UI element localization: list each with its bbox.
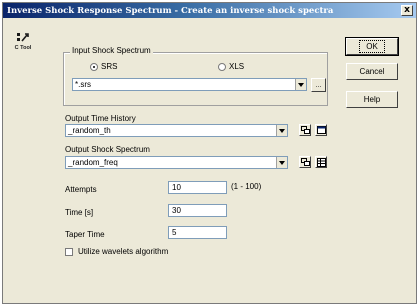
chevron-down-icon[interactable] [276,125,287,136]
chevron-down-icon[interactable] [295,79,306,90]
help-button-label: Help [363,95,381,104]
cancel-button[interactable]: Cancel [346,63,398,80]
window-title: Inverse Shock Response Spectrum - Create… [7,5,334,16]
output-time-settings-button[interactable] [299,124,311,136]
output-shock-table-button[interactable] [315,156,327,168]
radio-srs-dot[interactable] [90,62,98,71]
output-time-value: _random_th [68,126,111,135]
gear-icon [300,158,310,166]
attempts-range: (1 - 100) [231,182,262,191]
input-shock-group-label: Input Shock Spectrum [70,46,153,55]
browse-button[interactable]: ... [311,78,326,92]
attempts-label: Attempts [65,185,97,194]
output-time-view-button[interactable] [315,124,327,136]
cancel-button-label: Cancel [359,67,385,76]
output-time-combo[interactable]: _random_th [65,124,288,137]
time-label: Time [s] [65,208,94,217]
input-file-combo[interactable]: *.srs [72,78,307,91]
radio-xls-label: XLS [229,62,245,71]
title-bar[interactable]: Inverse Shock Response Spectrum - Create… [3,3,416,18]
output-shock-label: Output Shock Spectrum [65,145,150,154]
window-icon [316,126,326,134]
wrench-icon [17,33,29,42]
radio-xls[interactable]: XLS [218,62,244,71]
tool-icon-label: C Tool [14,45,32,51]
close-button[interactable]: x [401,5,413,16]
taper-time-input[interactable]: 5 [168,226,227,239]
output-shock-value: _random_freq [68,158,118,167]
time-input[interactable]: 30 [168,204,227,217]
tool-icon: C Tool [13,32,33,51]
output-shock-settings-button[interactable] [299,156,311,168]
radio-srs-label: SRS [101,62,118,71]
radio-srs[interactable]: SRS [90,62,117,71]
help-button[interactable]: Help [346,91,398,108]
radio-xls-dot[interactable] [218,62,226,71]
taper-time-label: Taper Time [65,230,105,239]
ok-button-label: OK [359,40,385,53]
wavelets-label: Utilize wavelets algorithm [78,247,169,256]
gear-icon [300,126,310,134]
input-file-value: *.srs [75,80,91,89]
chevron-down-icon[interactable] [276,157,287,168]
ok-button[interactable]: OK [345,37,399,56]
wavelets-checkbox[interactable] [65,248,73,256]
table-icon [316,157,326,167]
output-shock-combo[interactable]: _random_freq [65,156,288,169]
attempts-input[interactable]: 10 [168,181,227,194]
output-time-label: Output Time History [65,114,136,123]
